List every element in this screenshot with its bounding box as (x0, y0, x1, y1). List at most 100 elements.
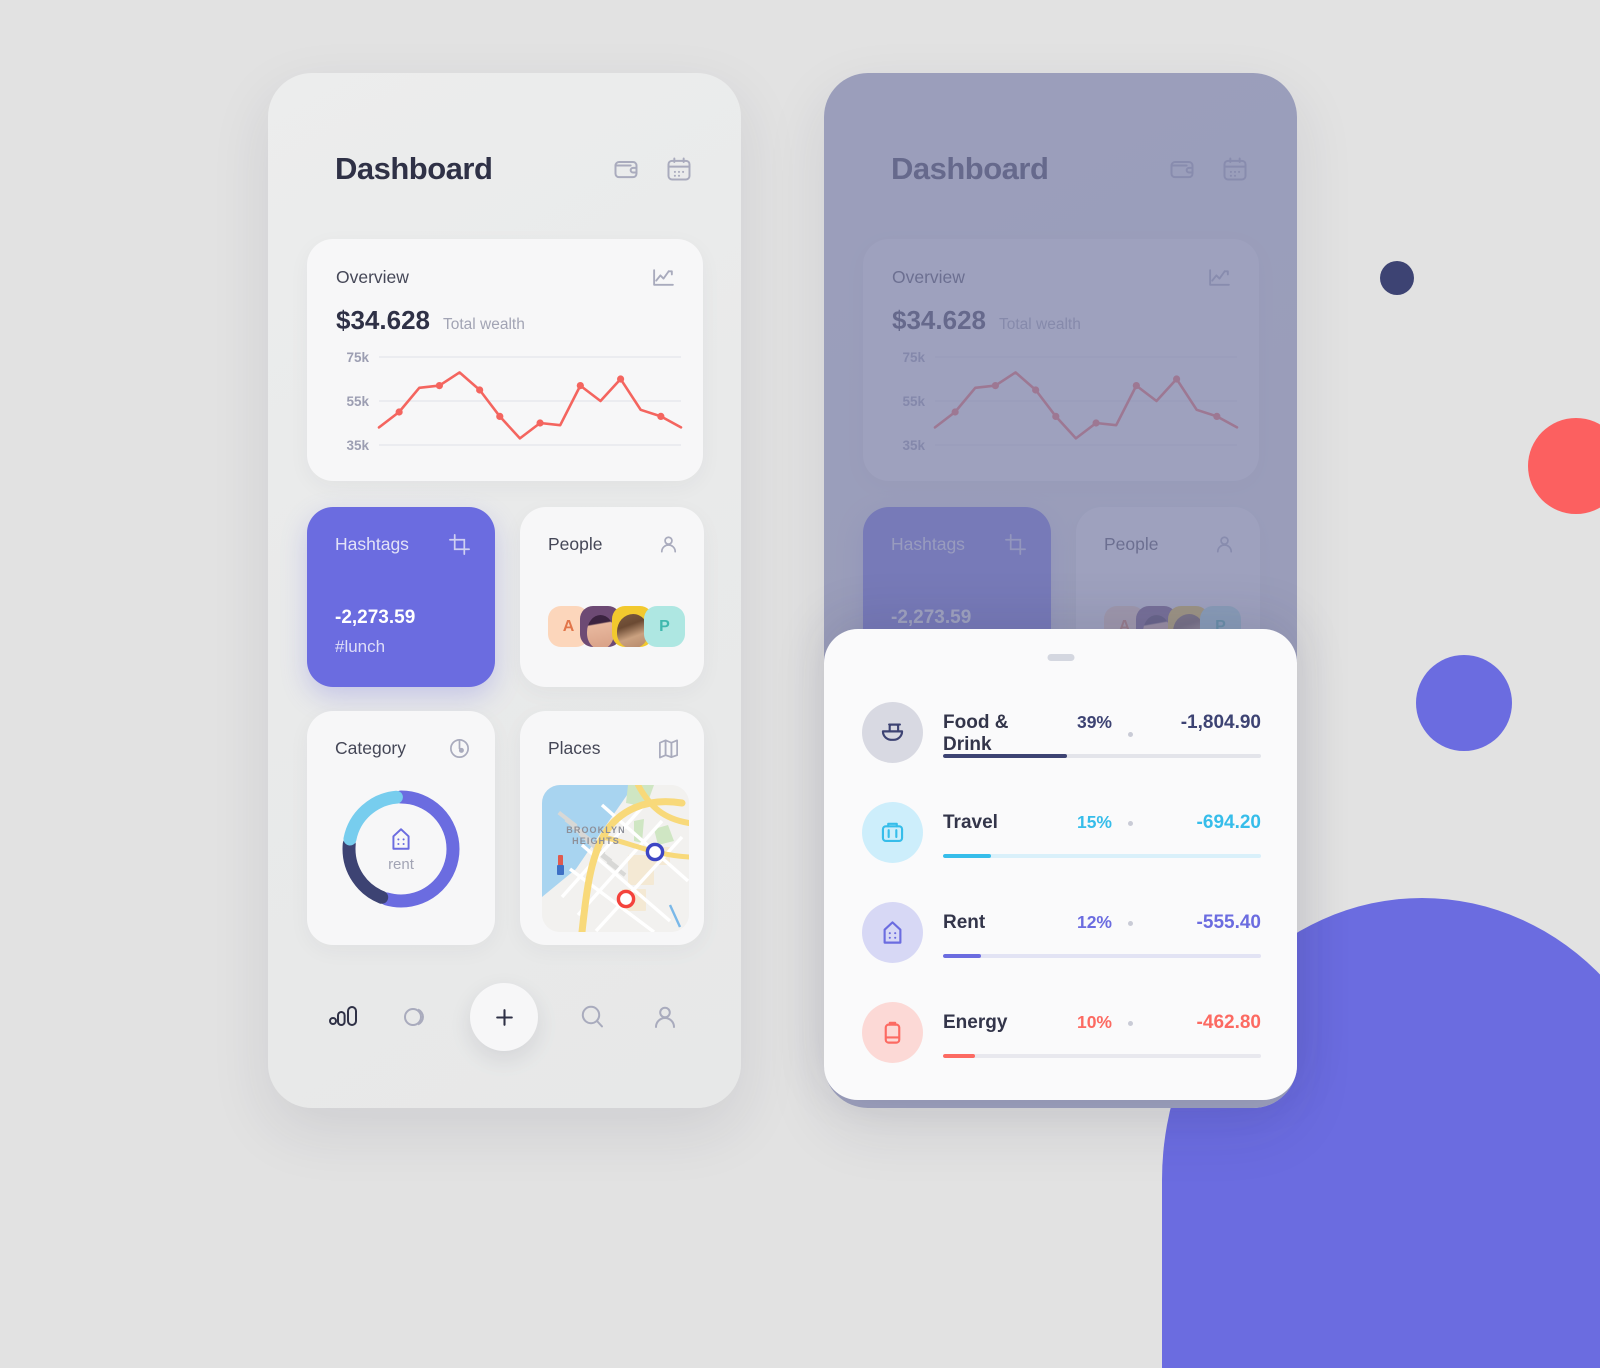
nav-search[interactable] (576, 1000, 610, 1034)
spending-row-amount: -694.20 (1196, 812, 1261, 833)
header-icon-group (1168, 155, 1249, 183)
spending-row-progress-fill (943, 954, 982, 958)
person-icon[interactable] (657, 533, 680, 556)
spending-row-progress-fill (943, 1054, 975, 1058)
spending-breakdown-sheet: Food & Drink 39% -1,804.90 Travel 15% -694.20… (824, 629, 1297, 1100)
overview-line-chart: 35k 55k 75k (333, 350, 683, 453)
spending-row-top: Energy 10% -462.80 (943, 1012, 1261, 1034)
crop-frame-icon[interactable] (448, 533, 471, 556)
svg-text:35k: 35k (902, 438, 925, 453)
svg-text:55k: 55k (902, 394, 925, 409)
spending-row-percent: 10% (1076, 1012, 1112, 1032)
overview-subtitle: Total wealth (442, 316, 525, 333)
spending-row-progress (943, 954, 1261, 958)
svg-text:HEIGHTS: HEIGHTS (572, 836, 620, 846)
category-donut-chart: rent (339, 787, 463, 911)
spending-row[interactable]: Food & Drink 39% -1,804.90 (862, 684, 1261, 784)
svg-text:35k: 35k (346, 438, 369, 453)
separator-dot (1128, 920, 1133, 926)
svg-text:55k: 55k (346, 394, 369, 409)
svg-text:75k: 75k (346, 350, 369, 365)
header-icon-group (612, 155, 693, 183)
page-title: Dashboard (891, 151, 1049, 186)
people-card[interactable]: People A P (520, 507, 704, 687)
home-icon (862, 902, 923, 963)
pie-chart-icon[interactable] (448, 737, 471, 760)
bottom-navigation (268, 982, 741, 1052)
app-header: Dashboard (335, 151, 693, 187)
calendar-icon (1221, 155, 1249, 183)
wallet-icon[interactable] (612, 155, 640, 183)
spending-row-progress (943, 854, 1261, 858)
overview-label: Overview (892, 267, 965, 287)
spending-row[interactable]: Energy 10% -462.80 (862, 984, 1261, 1084)
places-title: Places (548, 738, 601, 758)
category-card[interactable]: Category rent (307, 711, 495, 945)
hashtags-header: Hashtags (891, 533, 1027, 556)
places-header: Places (548, 737, 680, 760)
calendar-icon[interactable] (665, 155, 693, 183)
avatar-initial-p[interactable]: P (644, 606, 685, 647)
separator-dot (1128, 731, 1133, 737)
background-circle-purple-small (1416, 655, 1512, 751)
overview-amount: $34.628 (336, 305, 430, 335)
overview-amount-row: $34.628 Total wealth (336, 305, 525, 336)
suitcase-icon (862, 802, 923, 863)
overview-subtitle: Total wealth (998, 316, 1081, 333)
people-avatar-group: A P (548, 606, 685, 647)
hashtags-title: Hashtags (335, 534, 409, 554)
spending-row[interactable]: Rent 12% -555.40 (862, 884, 1261, 984)
people-header: People (548, 533, 680, 556)
spending-row-name: Energy (943, 1012, 1008, 1033)
line-chart-icon[interactable] (651, 265, 676, 290)
spending-row-top: Rent 12% -555.40 (943, 912, 1261, 934)
spending-row-top: Travel 15% -694.20 (943, 812, 1261, 834)
spending-row-name: Food & Drink (943, 712, 1009, 755)
drag-handle[interactable] (1047, 654, 1074, 661)
nav-add[interactable] (470, 983, 539, 1051)
nav-cards[interactable] (399, 1000, 433, 1034)
hashtags-title: Hashtags (891, 534, 965, 554)
background-circle-red (1528, 418, 1600, 514)
phone-left: Dashboard Overview $34.628 Total wealth … (268, 73, 741, 1108)
wallet-icon (1168, 155, 1196, 183)
people-header: People (1104, 533, 1236, 556)
spending-row-percent: 15% (1076, 812, 1112, 832)
category-donut-wrap: rent (307, 787, 495, 911)
places-map[interactable]: BROOKLYN HEIGHTS (542, 785, 689, 932)
crop-frame-icon (1004, 533, 1027, 556)
food-bowl-icon (862, 702, 923, 763)
svg-text:75k: 75k (902, 350, 925, 365)
separator-dot (1128, 1020, 1133, 1026)
hashtags-tag: #lunch (335, 637, 386, 656)
people-title: People (548, 534, 603, 554)
overview-amount: $34.628 (892, 305, 986, 335)
battery-icon (862, 1002, 923, 1063)
overview-label: Overview (336, 267, 409, 287)
separator-dot (1128, 820, 1133, 826)
spending-row-percent: 12% (1076, 912, 1112, 932)
spending-row[interactable]: Travel 15% -694.20 (862, 784, 1261, 884)
places-card[interactable]: Places BROOKLYN HEIGHTS (520, 711, 704, 945)
spending-row-amount: -1,804.90 (1180, 712, 1261, 733)
overview-header: Overview (892, 265, 1232, 290)
spending-row-percent: 39% (1076, 712, 1112, 732)
people-title: People (1104, 534, 1159, 554)
spending-row-progress-fill (943, 854, 991, 858)
overview-card[interactable]: Overview $34.628 Total wealth 35k 55k 75k (307, 239, 703, 481)
hashtags-card[interactable]: Hashtags -2,273.59 #lunch (307, 507, 495, 687)
spending-row-top: Food & Drink 39% -1,804.90 (943, 712, 1261, 756)
spending-row-name: Travel (943, 812, 998, 833)
spending-row-progress (943, 1054, 1261, 1058)
background-dot-navy (1380, 261, 1414, 295)
nav-profile[interactable] (648, 1000, 682, 1034)
nav-stats[interactable] (327, 1000, 361, 1034)
app-header: Dashboard (891, 151, 1249, 187)
map-icon[interactable] (657, 737, 680, 760)
spending-row-progress-fill (943, 754, 1068, 758)
person-icon (1213, 533, 1236, 556)
overview-line-chart: 35k 55k 75k (889, 350, 1239, 453)
category-header: Category (335, 737, 471, 760)
svg-text:BROOKLYN: BROOKLYN (566, 825, 625, 835)
overview-card: Overview $34.628 Total wealth 35k 55k 75k (863, 239, 1259, 481)
